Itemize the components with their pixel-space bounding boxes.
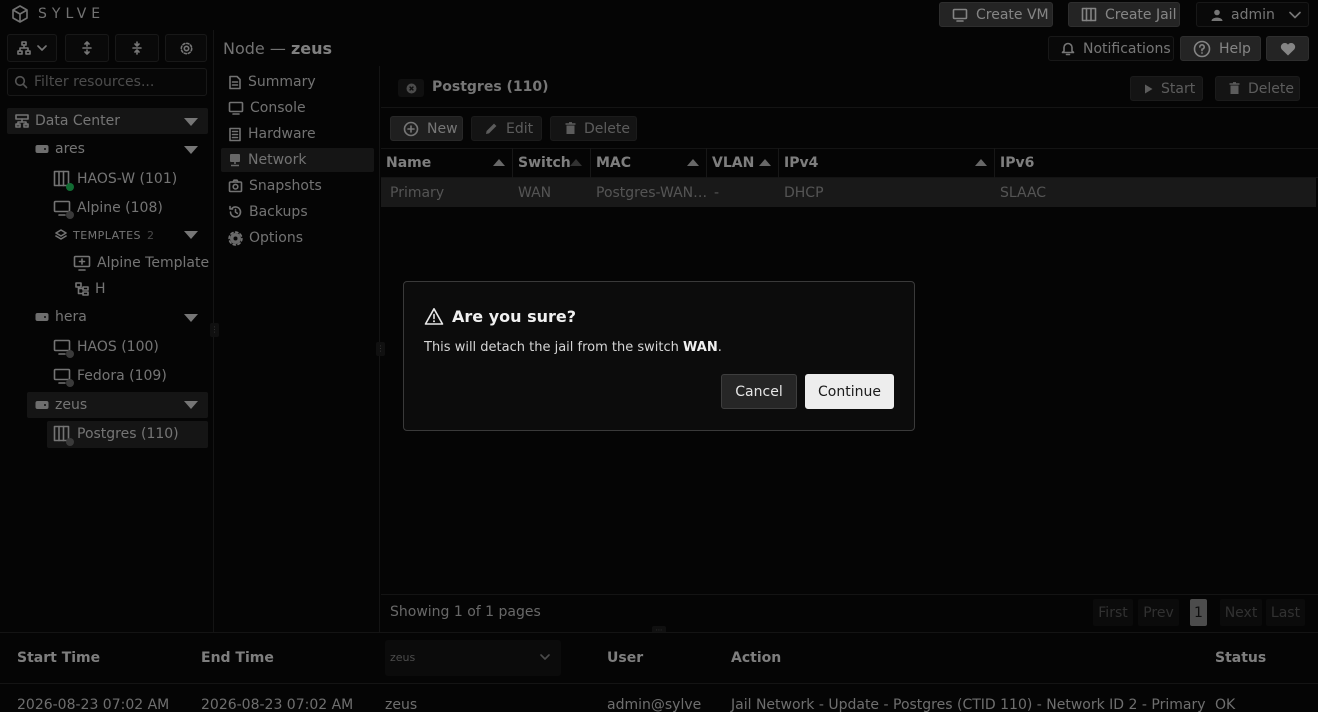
dialog-message: This will detach the jail from the switc…	[424, 340, 722, 355]
confirm-dialog: Are you sure? This will detach the jail …	[403, 281, 915, 431]
continue-button[interactable]: Continue	[805, 374, 894, 409]
dialog-title: Are you sure?	[452, 307, 577, 326]
warning-icon	[424, 307, 444, 326]
cancel-button[interactable]: Cancel	[721, 374, 797, 409]
